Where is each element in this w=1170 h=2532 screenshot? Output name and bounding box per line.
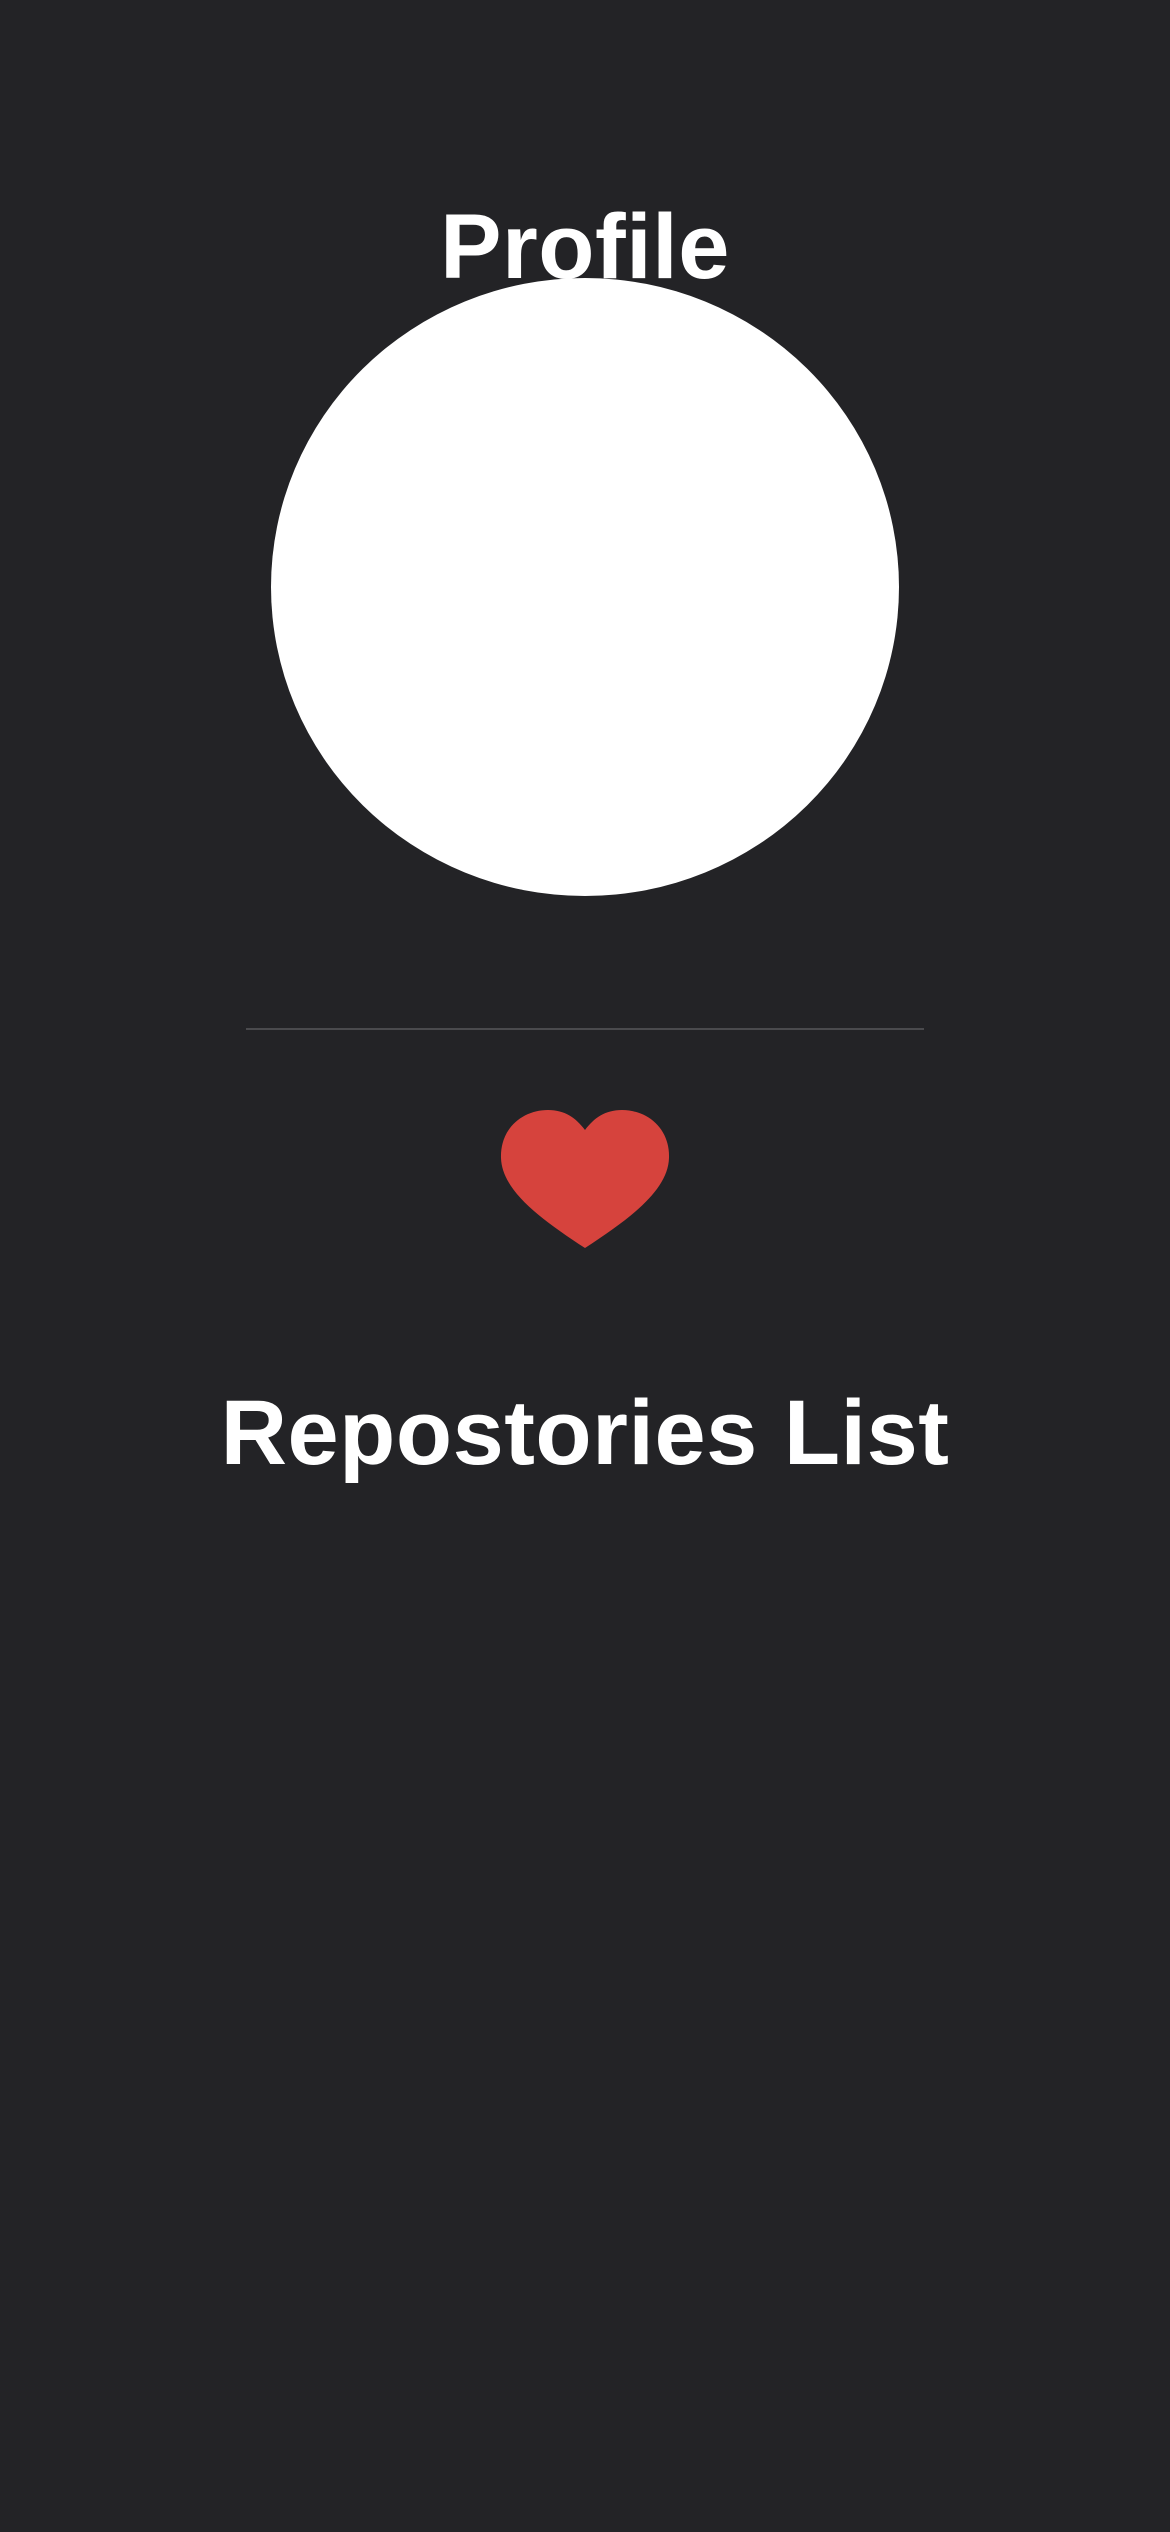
divider	[246, 1028, 924, 1030]
favorite-button[interactable]	[499, 1108, 671, 1254]
heart-shape	[500, 1110, 670, 1248]
avatar[interactable]	[271, 278, 899, 896]
repositories-list-title: Repostories List	[220, 1382, 950, 1485]
profile-screen: Profile Repostories List	[0, 0, 1170, 2532]
heart-icon	[500, 1110, 670, 1248]
